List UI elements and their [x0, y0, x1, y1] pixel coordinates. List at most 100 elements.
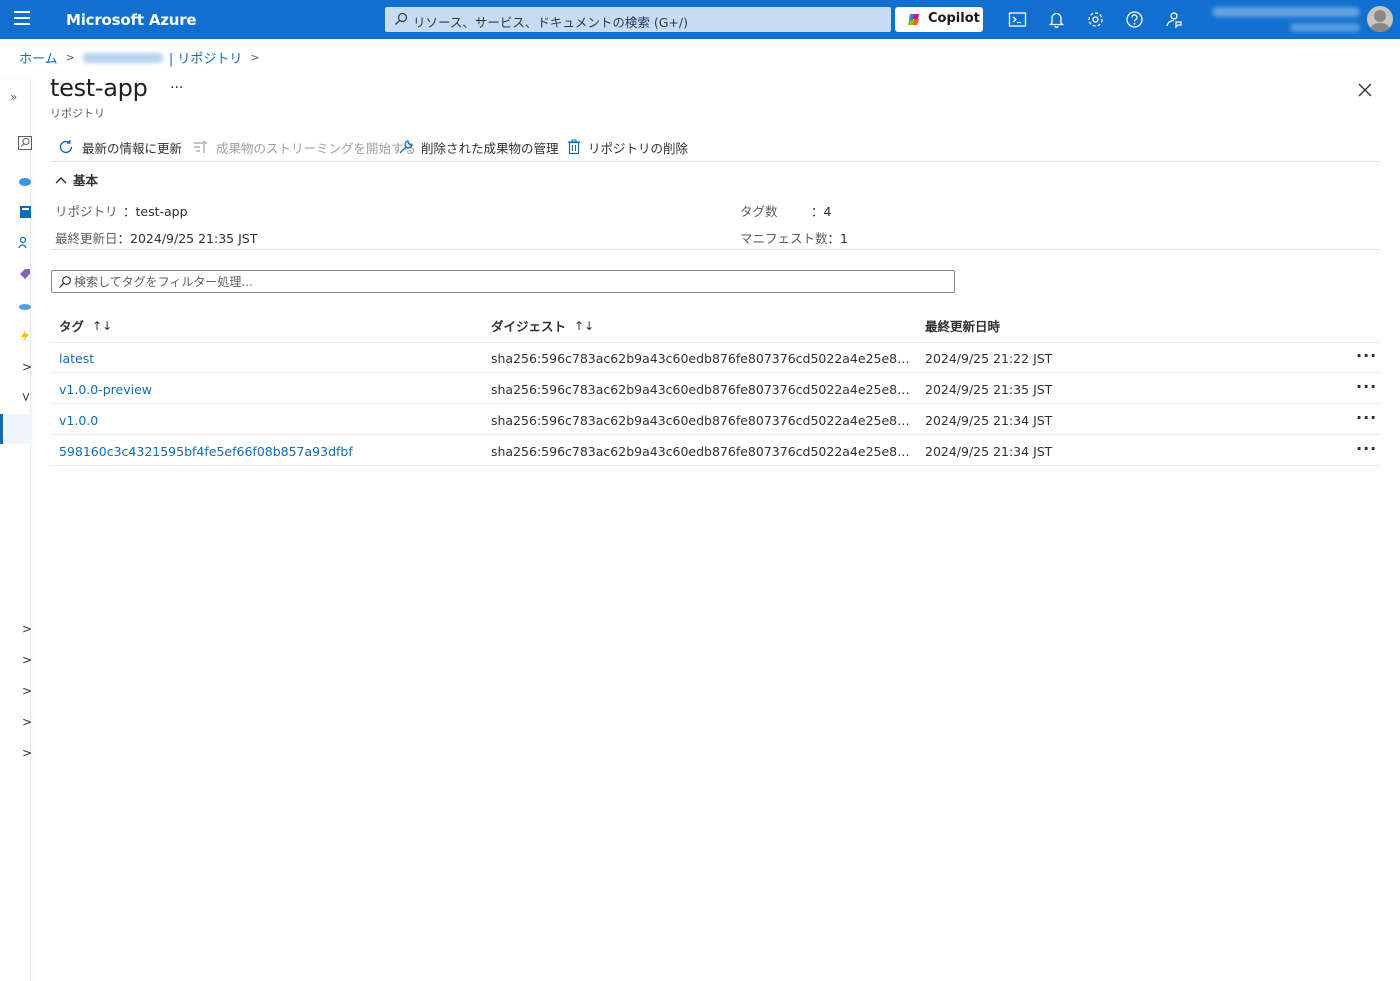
- tag-link[interactable]: v1.0.0: [59, 413, 98, 428]
- nav-tags-icon[interactable]: [18, 267, 32, 281]
- essentials-tag-count: タグ数 ：4: [740, 201, 831, 220]
- help-icon[interactable]: [1125, 10, 1144, 29]
- updated-value: 2024/9/25 21:34 JST: [925, 444, 1053, 459]
- delete-repository-button[interactable]: リポジトリの削除: [567, 137, 688, 157]
- column-header-updated: 最終更新日時: [925, 316, 1000, 335]
- nav-quickstart-icon[interactable]: [18, 298, 32, 312]
- manifest-count-value: ：1: [827, 231, 848, 246]
- global-search[interactable]: リソース、サービス、ドキュメントの検索 (G+/): [385, 7, 891, 32]
- breadcrumb-registry-name[interactable]: [82, 52, 163, 63]
- more-options-icon[interactable]: ···: [170, 80, 183, 96]
- table-row: latest sha256:596c783ac62b9a43c60edb876f…: [50, 343, 1381, 374]
- breadcrumb: ホーム > | リポジトリ >: [19, 48, 268, 67]
- row-more-icon[interactable]: ···: [1356, 408, 1377, 427]
- essentials-repository: リポジトリ ：test-app: [55, 201, 188, 220]
- breadcrumb-separator-icon: >: [65, 51, 75, 64]
- sort-icon[interactable]: ↑↓: [574, 319, 594, 333]
- column-updated-label: 最終更新日時: [925, 319, 1001, 334]
- trash-icon: [568, 139, 580, 155]
- column-header-digest[interactable]: ダイジェスト ↑↓: [491, 316, 594, 335]
- last-updated-label: 最終更新日: [55, 231, 118, 246]
- digest-value: sha256:596c783ac62b9a43c60edb876fe807376…: [491, 351, 913, 366]
- copilot-label: Copilot: [928, 11, 980, 26]
- last-updated-value: ：2024/9/25 21:35 JST: [117, 231, 258, 246]
- repository-value: ：test-app: [123, 204, 188, 219]
- chevron-up-icon: [55, 176, 67, 183]
- nav-events-icon[interactable]: [18, 329, 32, 343]
- table-divider: [50, 465, 1381, 466]
- refresh-label: 最新の情報に更新: [82, 140, 183, 156]
- close-icon[interactable]: [1357, 82, 1373, 98]
- updated-value: 2024/9/25 21:35 JST: [925, 382, 1053, 397]
- sort-icon[interactable]: ↑↓: [92, 319, 112, 333]
- essentials-last-updated: 最終更新日：2024/9/25 21:35 JST: [55, 228, 257, 247]
- breadcrumb-repositories[interactable]: | リポジトリ: [169, 48, 243, 67]
- nav-chevron-right-icon[interactable]: >: [22, 653, 32, 667]
- menu-icon[interactable]: [14, 11, 32, 27]
- search-icon: [395, 12, 408, 25]
- digest-value: sha256:596c783ac62b9a43c60edb876fe807376…: [491, 413, 913, 428]
- table-row: v1.0.0-preview sha256:596c783ac62b9a43c6…: [50, 374, 1381, 405]
- essentials-toggle[interactable]: 基本: [55, 170, 98, 189]
- cloud-shell-icon[interactable]: [1008, 10, 1027, 29]
- command-bar: 最新の情報に更新 成果物のストリーミングを開始する 削除された成果物の管理 リポ…: [50, 134, 1381, 162]
- nav-chevron-right-icon[interactable]: >: [22, 746, 32, 760]
- nav-chevron-right-icon[interactable]: >: [22, 622, 32, 636]
- page-subtitle: リポジトリ: [50, 107, 105, 120]
- start-streaming-button[interactable]: 成果物のストリーミングを開始する: [193, 137, 416, 157]
- nav-selected-item[interactable]: [0, 414, 31, 444]
- breadcrumb-home[interactable]: ホーム: [19, 48, 58, 67]
- nav-activity-icon[interactable]: [18, 205, 32, 219]
- nav-chevron-down-icon[interactable]: >: [19, 392, 33, 402]
- brand-title[interactable]: Microsoft Azure: [66, 11, 197, 29]
- feedback-icon[interactable]: [1164, 10, 1183, 29]
- avatar[interactable]: [1367, 6, 1393, 32]
- delete-repository-label: リポジトリの削除: [588, 140, 689, 156]
- search-placeholder: リソース、サービス、ドキュメントの検索 (G+/): [413, 15, 688, 30]
- row-more-icon[interactable]: ···: [1356, 346, 1377, 365]
- manage-deleted-artifacts-button[interactable]: 削除された成果物の管理: [398, 137, 559, 157]
- page-title: test-app: [50, 74, 148, 102]
- nav-search-icon[interactable]: [18, 136, 32, 150]
- account-info[interactable]: [1212, 6, 1360, 34]
- refresh-button[interactable]: 最新の情報に更新: [57, 137, 182, 157]
- nav-chevron-right-icon[interactable]: >: [22, 684, 32, 698]
- tag-link[interactable]: 598160c3c4321595bf4fe5ef66f08b857a93dfbf: [59, 444, 353, 459]
- tag-link[interactable]: latest: [59, 351, 94, 366]
- digest-value: sha256:596c783ac62b9a43c60edb876fe807376…: [491, 382, 913, 397]
- tag-filter-input[interactable]: [74, 272, 944, 291]
- nav-chevron-right-icon[interactable]: >: [22, 360, 32, 374]
- refresh-icon: [59, 140, 73, 154]
- tag-count-label: タグ数: [740, 204, 778, 219]
- tag-filter[interactable]: [51, 270, 955, 293]
- tag-count-value: ：4: [811, 204, 832, 219]
- digest-value: sha256:596c783ac62b9a43c60edb876fe807376…: [491, 444, 913, 459]
- repository-label: リポジトリ: [55, 204, 118, 219]
- table-divider: [50, 434, 1381, 435]
- nav-access-icon[interactable]: [18, 236, 32, 250]
- notification-bell-icon[interactable]: [1047, 10, 1066, 29]
- expand-nav-icon[interactable]: »: [10, 90, 17, 104]
- manifest-count-label: マニフェスト数: [740, 231, 828, 246]
- updated-value: 2024/9/25 21:34 JST: [925, 413, 1053, 428]
- table-row: 598160c3c4321595bf4fe5ef66f08b857a93dfbf…: [50, 436, 1381, 467]
- breadcrumb-separator-icon: >: [250, 51, 260, 64]
- top-bar: Microsoft Azure リソース、サービス、ドキュメントの検索 (G+/…: [0, 0, 1400, 39]
- table-row: v1.0.0 sha256:596c783ac62b9a43c60edb876f…: [50, 405, 1381, 436]
- manage-deleted-label: 削除された成果物の管理: [421, 140, 559, 156]
- table-divider: [50, 372, 1381, 373]
- copilot-button[interactable]: Copilot: [895, 7, 983, 32]
- row-more-icon[interactable]: ···: [1356, 377, 1377, 396]
- copilot-icon: [908, 14, 919, 25]
- column-header-tag[interactable]: タグ ↑↓: [59, 316, 112, 335]
- table-divider: [50, 403, 1381, 404]
- settings-gear-icon[interactable]: [1086, 10, 1105, 29]
- wrench-icon: [399, 140, 413, 154]
- column-tag-label: タグ: [59, 319, 85, 334]
- nav-chevron-right-icon[interactable]: >: [22, 715, 32, 729]
- start-streaming-label: 成果物のストリーミングを開始する: [216, 140, 417, 156]
- column-digest-label: ダイジェスト: [491, 319, 567, 334]
- row-more-icon[interactable]: ···: [1356, 439, 1377, 458]
- nav-cloud-icon[interactable]: [18, 174, 32, 188]
- tag-link[interactable]: v1.0.0-preview: [59, 382, 152, 397]
